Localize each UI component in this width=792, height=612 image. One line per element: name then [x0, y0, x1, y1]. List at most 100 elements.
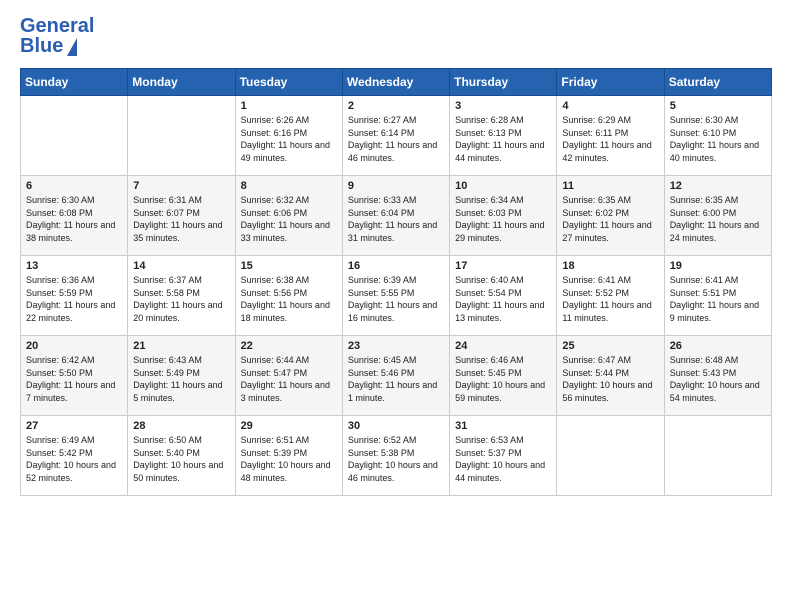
- calendar-cell: 13 Sunrise: 6:36 AM Sunset: 5:59 PM Dayli…: [21, 256, 128, 336]
- logo-triangle-icon: [67, 38, 77, 56]
- day-number: 29: [241, 420, 337, 432]
- page: General Blue SundayMondayTuesdayWednesda…: [0, 0, 792, 612]
- calendar-cell: 8 Sunrise: 6:32 AM Sunset: 6:06 PM Daylig…: [235, 176, 342, 256]
- calendar-week-row: 6 Sunrise: 6:30 AM Sunset: 6:08 PM Daylig…: [21, 176, 772, 256]
- day-number: 14: [133, 260, 229, 272]
- day-number: 17: [455, 260, 551, 272]
- day-number: 5: [670, 100, 766, 112]
- day-number: 22: [241, 340, 337, 352]
- day-number: 21: [133, 340, 229, 352]
- cell-content: Sunrise: 6:30 AM Sunset: 6:10 PM Dayligh…: [670, 114, 766, 164]
- calendar-cell: 16 Sunrise: 6:39 AM Sunset: 5:55 PM Dayli…: [342, 256, 449, 336]
- calendar-table: SundayMondayTuesdayWednesdayThursdayFrid…: [20, 68, 772, 496]
- cell-content: Sunrise: 6:30 AM Sunset: 6:08 PM Dayligh…: [26, 194, 122, 244]
- cell-content: Sunrise: 6:47 AM Sunset: 5:44 PM Dayligh…: [562, 354, 658, 404]
- calendar-week-row: 20Sunrise: 6:42 AM Sunset: 5:50 PM Dayli…: [21, 336, 772, 416]
- calendar-cell: 1 Sunrise: 6:26 AM Sunset: 6:16 PM Daylig…: [235, 96, 342, 176]
- calendar-week-row: 13 Sunrise: 6:36 AM Sunset: 5:59 PM Dayli…: [21, 256, 772, 336]
- cell-content: Sunrise: 6:32 AM Sunset: 6:06 PM Dayligh…: [241, 194, 337, 244]
- calendar-cell: [21, 96, 128, 176]
- calendar-cell: 11 Sunrise: 6:35 AM Sunset: 6:02 PM Dayli…: [557, 176, 664, 256]
- cell-content: Sunrise: 6:31 AM Sunset: 6:07 PM Dayligh…: [133, 194, 229, 244]
- calendar-cell: 9Sunrise: 6:33 AM Sunset: 6:04 PM Daylig…: [342, 176, 449, 256]
- calendar-cell: 28 Sunrise: 6:50 AM Sunset: 5:40 PM Dayli…: [128, 416, 235, 496]
- cell-content: Sunrise: 6:39 AM Sunset: 5:55 PM Dayligh…: [348, 274, 444, 324]
- calendar-week-row: 27Sunrise: 6:49 AM Sunset: 5:42 PM Dayli…: [21, 416, 772, 496]
- logo: General Blue: [20, 16, 94, 56]
- day-number: 9: [348, 180, 444, 192]
- day-number: 30: [348, 420, 444, 432]
- cell-content: Sunrise: 6:41 AM Sunset: 5:52 PM Dayligh…: [562, 274, 658, 324]
- cell-content: Sunrise: 6:27 AM Sunset: 6:14 PM Dayligh…: [348, 114, 444, 164]
- day-number: 7: [133, 180, 229, 192]
- calendar-cell: 24 Sunrise: 6:46 AM Sunset: 5:45 PM Dayli…: [450, 336, 557, 416]
- calendar-cell: 19Sunrise: 6:41 AM Sunset: 5:51 PM Dayli…: [664, 256, 771, 336]
- calendar-cell: 15Sunrise: 6:38 AM Sunset: 5:56 PM Dayli…: [235, 256, 342, 336]
- calendar-cell: 18 Sunrise: 6:41 AM Sunset: 5:52 PM Dayli…: [557, 256, 664, 336]
- cell-content: Sunrise: 6:26 AM Sunset: 6:16 PM Dayligh…: [241, 114, 337, 164]
- day-number: 3: [455, 100, 551, 112]
- column-header-wednesday: Wednesday: [342, 69, 449, 96]
- column-header-sunday: Sunday: [21, 69, 128, 96]
- column-header-tuesday: Tuesday: [235, 69, 342, 96]
- cell-content: Sunrise: 6:42 AM Sunset: 5:50 PM Dayligh…: [26, 354, 122, 404]
- cell-content: Sunrise: 6:45 AM Sunset: 5:46 PM Dayligh…: [348, 354, 444, 404]
- cell-content: Sunrise: 6:52 AM Sunset: 5:38 PM Dayligh…: [348, 434, 444, 484]
- calendar-cell: 10 Sunrise: 6:34 AM Sunset: 6:03 PM Dayli…: [450, 176, 557, 256]
- calendar-cell: 22Sunrise: 6:44 AM Sunset: 5:47 PM Dayli…: [235, 336, 342, 416]
- cell-content: Sunrise: 6:36 AM Sunset: 5:59 PM Dayligh…: [26, 274, 122, 324]
- day-number: 28: [133, 420, 229, 432]
- cell-content: Sunrise: 6:48 AM Sunset: 5:43 PM Dayligh…: [670, 354, 766, 404]
- cell-content: Sunrise: 6:37 AM Sunset: 5:58 PM Dayligh…: [133, 274, 229, 324]
- day-number: 11: [562, 180, 658, 192]
- day-number: 12: [670, 180, 766, 192]
- cell-content: Sunrise: 6:53 AM Sunset: 5:37 PM Dayligh…: [455, 434, 551, 484]
- calendar-cell: 14 Sunrise: 6:37 AM Sunset: 5:58 PM Dayli…: [128, 256, 235, 336]
- day-number: 15: [241, 260, 337, 272]
- cell-content: Sunrise: 6:29 AM Sunset: 6:11 PM Dayligh…: [562, 114, 658, 164]
- day-number: 26: [670, 340, 766, 352]
- calendar-cell: 20Sunrise: 6:42 AM Sunset: 5:50 PM Dayli…: [21, 336, 128, 416]
- calendar-cell: 7 Sunrise: 6:31 AM Sunset: 6:07 PM Daylig…: [128, 176, 235, 256]
- day-number: 31: [455, 420, 551, 432]
- calendar-cell: 6 Sunrise: 6:30 AM Sunset: 6:08 PM Daylig…: [21, 176, 128, 256]
- calendar-cell: 4 Sunrise: 6:29 AM Sunset: 6:11 PM Daylig…: [557, 96, 664, 176]
- day-number: 1: [241, 100, 337, 112]
- calendar-cell: 25Sunrise: 6:47 AM Sunset: 5:44 PM Dayli…: [557, 336, 664, 416]
- calendar-cell: 27Sunrise: 6:49 AM Sunset: 5:42 PM Dayli…: [21, 416, 128, 496]
- day-number: 27: [26, 420, 122, 432]
- cell-content: Sunrise: 6:35 AM Sunset: 6:02 PM Dayligh…: [562, 194, 658, 244]
- column-header-saturday: Saturday: [664, 69, 771, 96]
- calendar-cell: 2Sunrise: 6:27 AM Sunset: 6:14 PM Daylig…: [342, 96, 449, 176]
- column-header-monday: Monday: [128, 69, 235, 96]
- calendar-cell: 12Sunrise: 6:35 AM Sunset: 6:00 PM Dayli…: [664, 176, 771, 256]
- calendar-cell: 3 Sunrise: 6:28 AM Sunset: 6:13 PM Daylig…: [450, 96, 557, 176]
- cell-content: Sunrise: 6:41 AM Sunset: 5:51 PM Dayligh…: [670, 274, 766, 324]
- calendar-cell: 30 Sunrise: 6:52 AM Sunset: 5:38 PM Dayli…: [342, 416, 449, 496]
- day-number: 24: [455, 340, 551, 352]
- calendar-cell: 21Sunrise: 6:43 AM Sunset: 5:49 PM Dayli…: [128, 336, 235, 416]
- calendar-week-row: 1 Sunrise: 6:26 AM Sunset: 6:16 PM Daylig…: [21, 96, 772, 176]
- day-number: 4: [562, 100, 658, 112]
- header: General Blue: [20, 16, 772, 56]
- day-number: 16: [348, 260, 444, 272]
- logo-general: General: [20, 15, 94, 37]
- calendar-cell: 5 Sunrise: 6:30 AM Sunset: 6:10 PM Daylig…: [664, 96, 771, 176]
- cell-content: Sunrise: 6:34 AM Sunset: 6:03 PM Dayligh…: [455, 194, 551, 244]
- day-number: 18: [562, 260, 658, 272]
- cell-content: Sunrise: 6:28 AM Sunset: 6:13 PM Dayligh…: [455, 114, 551, 164]
- cell-content: Sunrise: 6:50 AM Sunset: 5:40 PM Dayligh…: [133, 434, 229, 484]
- calendar-cell: 23Sunrise: 6:45 AM Sunset: 5:46 PM Dayli…: [342, 336, 449, 416]
- cell-content: Sunrise: 6:46 AM Sunset: 5:45 PM Dayligh…: [455, 354, 551, 404]
- calendar-header-row: SundayMondayTuesdayWednesdayThursdayFrid…: [21, 69, 772, 96]
- column-header-friday: Friday: [557, 69, 664, 96]
- day-number: 13: [26, 260, 122, 272]
- calendar-cell: 17 Sunrise: 6:40 AM Sunset: 5:54 PM Dayli…: [450, 256, 557, 336]
- day-number: 10: [455, 180, 551, 192]
- day-number: 8: [241, 180, 337, 192]
- column-header-thursday: Thursday: [450, 69, 557, 96]
- calendar-cell: 26 Sunrise: 6:48 AM Sunset: 5:43 PM Dayli…: [664, 336, 771, 416]
- day-number: 6: [26, 180, 122, 192]
- calendar-cell: [557, 416, 664, 496]
- cell-content: Sunrise: 6:40 AM Sunset: 5:54 PM Dayligh…: [455, 274, 551, 324]
